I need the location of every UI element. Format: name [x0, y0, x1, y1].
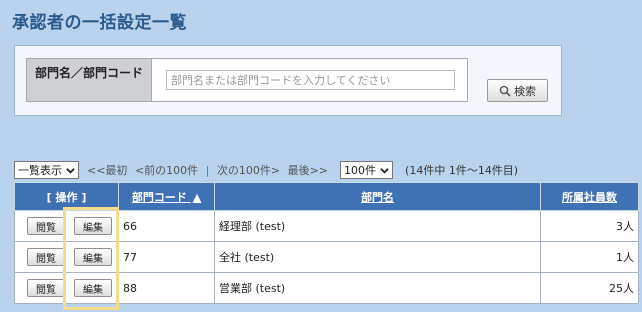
view-button[interactable]: 閲覧 — [27, 279, 65, 297]
chevron-down-icon — [66, 167, 75, 174]
chevron-down-icon — [380, 167, 389, 174]
name-cell: 経理部 (test) — [214, 210, 541, 242]
ops-cell: 閲覧 編集 — [14, 241, 119, 273]
pager-separator: | — [205, 164, 210, 177]
ops-cell: 閲覧 編集 — [14, 272, 119, 304]
header-code-label: 部門コード — [131, 190, 187, 204]
pager-next[interactable]: 次の100件> — [217, 164, 280, 177]
header-name[interactable]: 部門名 — [214, 182, 541, 211]
pager-first[interactable]: <<最初 — [87, 164, 127, 177]
search-icon — [499, 85, 511, 97]
table-row: 閲覧 編集 66 経理部 (test) 3人 — [14, 210, 639, 242]
edit-button[interactable]: 編集 — [74, 279, 112, 297]
department-table: [ 操作 ] 部門コード ▲ 部門名 所属社員数 閲覧 編集 66 経理部 (t… — [14, 182, 639, 304]
table-row: 閲覧 編集 77 全社 (test) 1人 — [14, 241, 639, 273]
table-row: 閲覧 編集 88 営業部 (test) 25人 — [14, 272, 639, 304]
ops-cell: 閲覧 編集 — [14, 210, 119, 242]
pager-last[interactable]: 最後>> — [288, 164, 328, 177]
code-cell: 88 — [118, 272, 215, 304]
list-toolbar: 一覧表示 <<最初 <前の100件 | 次の100件> 最後>> 100件 (1… — [14, 160, 634, 180]
search-label: 部門名／部門コード — [26, 58, 152, 102]
view-select-value: 一覧表示 — [18, 164, 62, 177]
page-size-select[interactable]: 100件 — [340, 161, 394, 179]
header-count[interactable]: 所属社員数 — [540, 182, 639, 211]
header-code[interactable]: 部門コード ▲ — [118, 182, 215, 211]
count-cell: 1人 — [540, 241, 639, 273]
record-count: (14件中 1件～14件目) — [405, 164, 519, 177]
search-button[interactable]: 検索 — [487, 79, 548, 102]
name-cell: 営業部 (test) — [214, 272, 541, 304]
view-button[interactable]: 閲覧 — [27, 248, 65, 266]
count-cell: 3人 — [540, 210, 639, 242]
search-input[interactable] — [166, 70, 455, 90]
header-ops: [ 操作 ] — [14, 182, 119, 211]
table-header-row: [ 操作 ] 部門コード ▲ 部門名 所属社員数 — [14, 182, 639, 211]
view-select[interactable]: 一覧表示 — [14, 161, 79, 179]
page-title: 承認者の一括設定一覧 — [12, 13, 187, 33]
code-cell: 66 — [118, 210, 215, 242]
sort-ascending-icon: ▲ — [192, 190, 202, 204]
name-cell: 全社 (test) — [214, 241, 541, 273]
pager: <<最初 <前の100件 | 次の100件> 最後>> — [85, 162, 330, 178]
view-button[interactable]: 閲覧 — [27, 217, 65, 235]
search-button-label: 検索 — [514, 84, 536, 98]
edit-button[interactable]: 編集 — [74, 248, 112, 266]
page-size-value: 100件 — [344, 164, 377, 177]
count-cell: 25人 — [540, 272, 639, 304]
edit-button[interactable]: 編集 — [74, 217, 112, 235]
code-cell: 77 — [118, 241, 215, 273]
search-input-cell — [152, 58, 468, 102]
pager-prev[interactable]: <前の100件 — [135, 164, 198, 177]
search-panel: 部門名／部門コード 検索 — [14, 45, 562, 116]
